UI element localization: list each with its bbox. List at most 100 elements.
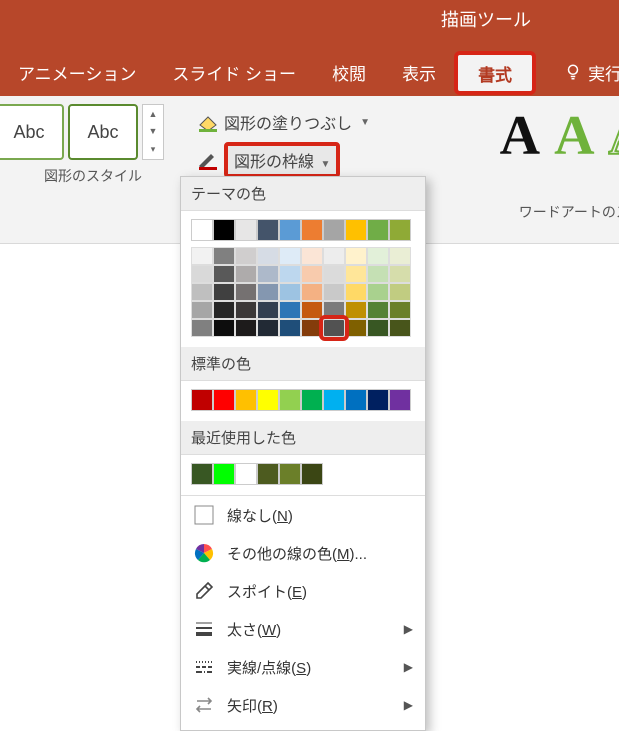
shape-outline-button[interactable]: 図形の枠線 ▼: [192, 140, 374, 180]
theme-tint-swatch[interactable]: [389, 247, 411, 265]
recent-color-swatch[interactable]: [301, 463, 323, 485]
theme-tint-swatch[interactable]: [191, 247, 213, 265]
theme-tint-swatch[interactable]: [191, 283, 213, 301]
standard-color-swatch[interactable]: [279, 389, 301, 411]
color-wheel-icon: [193, 542, 215, 564]
weight-item[interactable]: 太さ(W) ▶: [181, 610, 425, 648]
theme-tint-swatch[interactable]: [345, 283, 367, 301]
standard-color-swatch[interactable]: [257, 389, 279, 411]
theme-tint-swatch[interactable]: [279, 301, 301, 319]
style-preset-1[interactable]: Abc: [0, 104, 64, 160]
ribbon-tabs: アニメーション スライド ショー 校閲 表示 書式 実行し: [0, 48, 619, 96]
theme-tint-swatch[interactable]: [235, 283, 257, 301]
theme-color-swatch[interactable]: [257, 219, 279, 241]
theme-color-swatch[interactable]: [213, 219, 235, 241]
theme-tint-swatch[interactable]: [213, 247, 235, 265]
theme-tint-swatch[interactable]: [389, 265, 411, 283]
theme-color-swatch[interactable]: [323, 219, 345, 241]
tab-review[interactable]: 校閲: [314, 48, 384, 96]
theme-tint-swatch[interactable]: [257, 265, 279, 283]
theme-tint-swatch[interactable]: [367, 283, 389, 301]
theme-color-swatch[interactable]: [301, 219, 323, 241]
theme-tint-swatch[interactable]: [389, 283, 411, 301]
standard-color-swatch[interactable]: [301, 389, 323, 411]
recent-color-swatch[interactable]: [191, 463, 213, 485]
theme-tint-swatch[interactable]: [345, 247, 367, 265]
tell-me[interactable]: 実行し: [546, 48, 619, 96]
theme-tint-swatch[interactable]: [279, 265, 301, 283]
tab-slideshow[interactable]: スライド ショー: [154, 48, 314, 96]
theme-tint-swatch[interactable]: [389, 301, 411, 319]
theme-tint-swatch[interactable]: [257, 319, 279, 337]
theme-color-swatch[interactable]: [389, 219, 411, 241]
theme-tint-swatch[interactable]: [301, 283, 323, 301]
eyedropper-item[interactable]: スポイト(E): [181, 572, 425, 610]
theme-color-swatch[interactable]: [191, 219, 213, 241]
standard-color-swatch[interactable]: [367, 389, 389, 411]
recent-color-swatch[interactable]: [235, 463, 257, 485]
theme-tint-swatch[interactable]: [367, 247, 389, 265]
theme-tint-swatch[interactable]: [323, 283, 345, 301]
theme-tint-swatch[interactable]: [301, 319, 323, 337]
standard-color-swatch[interactable]: [389, 389, 411, 411]
theme-tint-swatch[interactable]: [301, 265, 323, 283]
gallery-more-button[interactable]: ▲ ▼ ▾: [142, 104, 164, 160]
theme-color-swatch[interactable]: [367, 219, 389, 241]
theme-tint-swatch[interactable]: [367, 301, 389, 319]
theme-tint-swatch[interactable]: [323, 265, 345, 283]
theme-tint-swatch[interactable]: [345, 301, 367, 319]
theme-tint-swatch[interactable]: [389, 319, 411, 337]
theme-color-swatch[interactable]: [279, 219, 301, 241]
theme-tint-swatch[interactable]: [279, 283, 301, 301]
theme-tint-swatch[interactable]: [367, 265, 389, 283]
theme-tint-swatch[interactable]: [323, 319, 345, 337]
recent-color-swatch[interactable]: [279, 463, 301, 485]
more-outline-colors-item[interactable]: その他の線の色(M)...: [181, 534, 425, 572]
theme-tint-swatch[interactable]: [301, 247, 323, 265]
theme-tint-swatch[interactable]: [235, 265, 257, 283]
theme-tint-swatch[interactable]: [345, 319, 367, 337]
theme-tint-swatch[interactable]: [213, 319, 235, 337]
theme-tint-swatch[interactable]: [213, 283, 235, 301]
shape-styles-gallery[interactable]: Abc Abc ▲ ▼ ▾: [0, 104, 164, 160]
wordart-preset-3[interactable]: A: [609, 104, 619, 168]
theme-tint-swatch[interactable]: [191, 265, 213, 283]
theme-tint-swatch[interactable]: [279, 247, 301, 265]
dashes-item[interactable]: 実線/点線(S) ▶: [181, 648, 425, 686]
theme-tint-swatch[interactable]: [301, 301, 323, 319]
theme-tint-swatch[interactable]: [191, 301, 213, 319]
theme-tint-swatch[interactable]: [235, 301, 257, 319]
recent-color-swatch[interactable]: [213, 463, 235, 485]
theme-tint-swatch[interactable]: [213, 265, 235, 283]
weight-label: 太さ(W): [227, 619, 281, 640]
theme-tint-swatch[interactable]: [323, 247, 345, 265]
tab-animation[interactable]: アニメーション: [0, 48, 154, 96]
theme-tint-swatch[interactable]: [345, 265, 367, 283]
tab-format[interactable]: 書式: [454, 51, 536, 95]
theme-tint-swatch[interactable]: [257, 301, 279, 319]
standard-color-swatch[interactable]: [213, 389, 235, 411]
theme-tint-swatch[interactable]: [235, 247, 257, 265]
theme-tint-swatch[interactable]: [213, 301, 235, 319]
standard-color-swatch[interactable]: [345, 389, 367, 411]
wordart-preset-1[interactable]: A: [500, 104, 540, 168]
wordart-preset-2[interactable]: A: [554, 104, 594, 168]
theme-color-swatch[interactable]: [345, 219, 367, 241]
recent-color-swatch[interactable]: [257, 463, 279, 485]
no-outline-item[interactable]: 線なし(N): [181, 496, 425, 534]
shape-fill-button[interactable]: 図形の塗りつぶし ▼: [192, 108, 374, 136]
standard-color-swatch[interactable]: [235, 389, 257, 411]
theme-tint-swatch[interactable]: [235, 319, 257, 337]
theme-tint-swatch[interactable]: [279, 319, 301, 337]
theme-tint-swatch[interactable]: [191, 319, 213, 337]
standard-color-swatch[interactable]: [191, 389, 213, 411]
style-preset-2[interactable]: Abc: [68, 104, 138, 160]
standard-color-swatch[interactable]: [323, 389, 345, 411]
theme-tint-swatch[interactable]: [367, 319, 389, 337]
theme-tint-swatch[interactable]: [257, 283, 279, 301]
arrows-item[interactable]: 矢印(R) ▶: [181, 686, 425, 724]
tab-view[interactable]: 表示: [384, 48, 454, 96]
theme-color-swatch[interactable]: [235, 219, 257, 241]
theme-tint-swatch[interactable]: [257, 247, 279, 265]
theme-tint-swatch[interactable]: [323, 301, 345, 319]
